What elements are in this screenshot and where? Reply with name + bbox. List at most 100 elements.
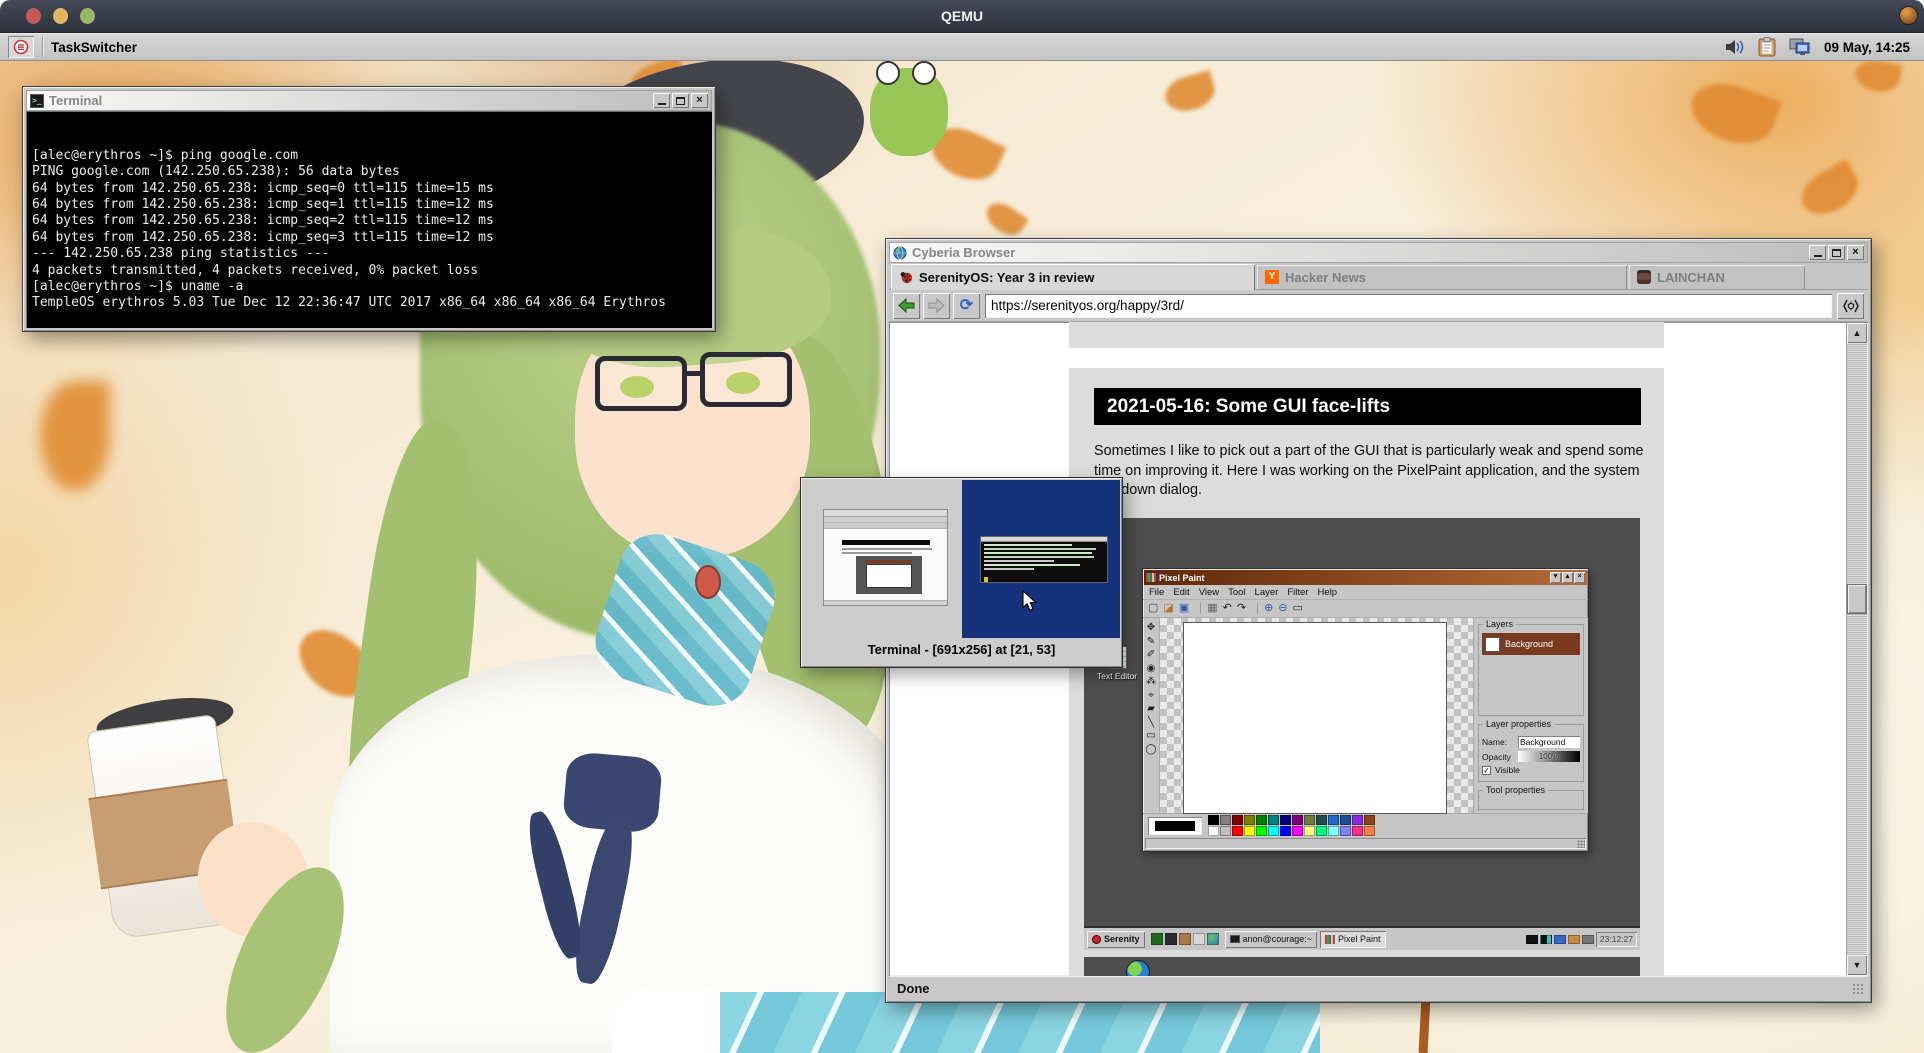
terminal-line: [alec@erythros ~]$ uname -a <box>32 279 706 295</box>
frog-eye-shape <box>876 61 900 85</box>
terminal-line: [alec@erythros ~]$ ping google.com <box>32 148 706 164</box>
shirt-shape <box>330 655 920 1053</box>
task-switcher-item-terminal[interactable] <box>962 480 1121 638</box>
task-switcher-popup: Terminal - [691x256] at [21, 53] <box>800 477 1123 668</box>
pixelpaint-palette-bar <box>1143 813 1588 837</box>
tab-lainchan[interactable]: LAINCHAN <box>1629 265 1805 289</box>
ladybug-icon <box>899 270 913 284</box>
palette-swatch <box>1304 826 1315 836</box>
palette-row <box>1208 815 1375 825</box>
menu-file: File <box>1149 587 1164 598</box>
browser-window-buttons: × <box>1809 245 1864 260</box>
frog-shape <box>870 68 948 156</box>
taskbar-clock[interactable]: 09 May, 14:25 <box>1824 40 1910 55</box>
palette-row <box>1208 826 1375 836</box>
desktop-icon-label: Text Editor <box>1092 671 1142 681</box>
clipboard-icon[interactable] <box>1758 37 1776 57</box>
palette-swatch <box>1232 815 1243 825</box>
pencil-tool-icon: ✎ <box>1147 636 1155 647</box>
glasses-lens-shape <box>595 356 687 411</box>
palette-swatch <box>1268 826 1279 836</box>
pixelpaint-titlebar: Pixel Paint ▾ ▴ × <box>1144 570 1587 585</box>
start-label: Serenity <box>1104 934 1140 944</box>
scrollbar-thumb[interactable] <box>1847 584 1867 614</box>
maximize-button[interactable] <box>672 93 689 108</box>
maximize-button[interactable] <box>1828 245 1845 260</box>
rectangle-tool-icon: ▭ <box>1146 730 1155 741</box>
bug-brackets-icon <box>1842 298 1860 314</box>
pixelpaint-window: Pixel Paint ▾ ▴ × FileEditViewToolLayerF… <box>1142 568 1589 852</box>
url-input[interactable] <box>991 298 1826 313</box>
pixelpaint-icon <box>1146 573 1156 582</box>
screenshot-tray: 23:12:27 <box>1526 932 1637 947</box>
tab-serenityos-year3[interactable]: SerenityOS: Year 3 in review <box>891 264 1255 290</box>
audio-volume-icon[interactable] <box>1724 38 1746 56</box>
terminal-window-buttons: × <box>653 93 708 108</box>
zoom-out-icon: ⊖ <box>1278 603 1287 614</box>
host-minimize-button[interactable] <box>53 8 68 24</box>
close-button: × <box>1574 572 1585 583</box>
layer-properties-groupbox: Layer properties Name: Background Opacit… <box>1478 724 1584 782</box>
scroll-down-button[interactable]: ▼ <box>1847 955 1867 975</box>
palette-swatch <box>1220 815 1231 825</box>
terminal-titlebar[interactable]: >_ Terminal × <box>26 90 712 111</box>
host-titlebar[interactable]: QEMU <box>0 0 1924 33</box>
tab-hacker-news[interactable]: Y Hacker News <box>1257 265 1627 289</box>
palette-swatch <box>1328 815 1339 825</box>
palette-swatch <box>1208 815 1219 825</box>
pixelpaint-side-panel: Layers Background Layer properties <box>1473 618 1588 813</box>
quick-launch-icons <box>1151 933 1219 945</box>
palette-swatch <box>1256 815 1267 825</box>
vertical-scrollbar[interactable]: ▲ ▼ <box>1846 323 1867 975</box>
leaf-shape <box>981 197 1029 241</box>
browser-titlebar[interactable]: Cyberia Browser × <box>889 242 1868 263</box>
eye-shape <box>726 372 760 394</box>
terminal-quick-icon <box>1151 933 1163 945</box>
back-button[interactable] <box>893 293 920 319</box>
browser-thumbnail <box>823 509 948 606</box>
network-icon[interactable] <box>1788 37 1812 57</box>
scroll-up-button[interactable]: ▲ <box>1847 323 1867 343</box>
palette-swatch <box>1316 815 1327 825</box>
task-label: Pixel Paint <box>1338 934 1381 944</box>
tray-icon <box>1568 935 1580 944</box>
close-button[interactable]: × <box>1847 245 1864 260</box>
taskswitcher-icon[interactable] <box>8 36 34 58</box>
host-maximize-button[interactable] <box>80 8 95 24</box>
inspector-button[interactable] <box>1837 293 1864 319</box>
host-close-button[interactable] <box>26 8 41 24</box>
terminal-output[interactable]: [alec@erythros ~]$ ping google.comPING g… <box>26 111 712 328</box>
tab-label: SerenityOS: Year 3 in review <box>919 270 1094 285</box>
ribbon-tail-shape <box>568 813 641 987</box>
leaf-shape <box>1853 61 1903 95</box>
reload-button[interactable]: ⟳ <box>953 293 980 319</box>
taskbar-tray: 09 May, 14:25 <box>1724 37 1916 57</box>
current-color-swatch <box>1148 817 1202 835</box>
terminal-line: 64 bytes from 142.250.65.238: icmp_seq=0… <box>32 181 706 197</box>
task-switcher-item-browser[interactable] <box>803 480 962 638</box>
forward-button[interactable] <box>923 293 950 319</box>
hand-shape <box>185 810 321 950</box>
minimize-button[interactable] <box>1809 245 1826 260</box>
menu-filter: Filter <box>1287 587 1308 598</box>
task-button-pixelpaint: Pixel Paint <box>1320 931 1386 948</box>
palette-swatch <box>1244 815 1255 825</box>
layer-name-field: Background <box>1518 736 1580 748</box>
terminal-thumbnail <box>980 536 1108 583</box>
save-file-icon: ▣ <box>1179 603 1189 614</box>
serenity-ladybug-icon <box>1092 935 1101 944</box>
coffee-lid-shape <box>94 691 236 750</box>
close-button[interactable]: × <box>691 93 708 108</box>
cuff-shape <box>612 988 742 1053</box>
leaf-shape <box>1683 73 1782 154</box>
ellipse-tool-icon: ◯ <box>1145 744 1156 755</box>
layers-title: Layers <box>1483 619 1516 629</box>
hair-strand-shape <box>327 416 503 907</box>
minimize-button[interactable] <box>653 93 670 108</box>
browser-toolbar: ⟳ <box>889 290 1868 322</box>
terminal-lines: [alec@erythros ~]$ ping google.comPING g… <box>32 148 706 312</box>
status-text: Done <box>897 981 930 996</box>
browser-desktop-icon <box>1126 960 1150 976</box>
forward-arrow-icon <box>928 298 945 313</box>
resize-grip[interactable] <box>1852 983 1865 996</box>
